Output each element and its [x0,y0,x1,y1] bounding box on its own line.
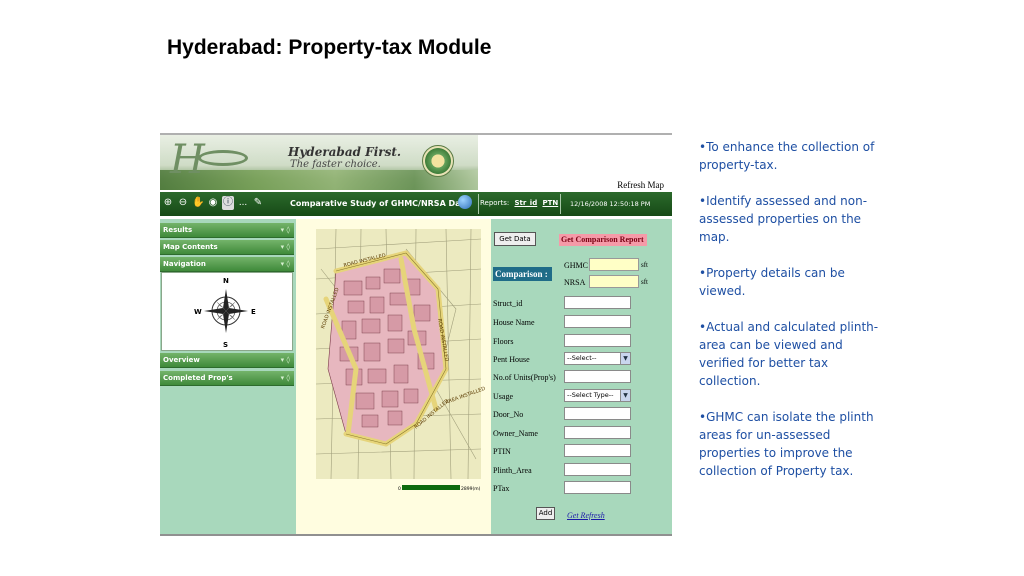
ptin-input[interactable] [564,444,631,457]
compass-n: N [223,277,229,285]
panel-map-contents[interactable]: Map Contents ▾ ◊ [160,240,294,255]
reports-label: Reports: [480,199,510,207]
note-bullet: •To enhance the collection of property-t… [699,140,875,172]
panel-collapse-icon[interactable]: ▾ ◊ [281,240,290,255]
identify-icon[interactable]: ⓘ [222,196,234,210]
get-data-button[interactable]: Get Data [494,232,536,246]
floors-label: Floors [493,337,514,346]
usage-select[interactable]: --Select Type-- ▼ [564,389,631,402]
slide-notes: •To enhance the collection of property-t… [699,138,879,498]
property-form: Get Data Get Comparison Report GHMC sft … [491,219,672,534]
ptax-input[interactable] [564,481,631,494]
house-name-input[interactable] [564,315,631,328]
floors-input[interactable] [564,334,631,347]
panel-overview[interactable]: Overview ▾ ◊ [160,353,294,368]
logo-letter: H [170,137,205,183]
left-panel: Results ▾ ◊ Map Contents ▾ ◊ Navigation … [160,219,296,534]
units-label: No.of Units(Prop's) [493,373,556,382]
nrsa-field[interactable] [589,275,639,288]
toolbar-title: Comparative Study of GHMC/NRSA Data [290,199,470,208]
ghmc-field[interactable] [589,258,639,271]
city-map[interactable]: ROAD INSTALLED ROAD INSTALLED ROAD INSTA… [296,219,491,536]
pent-house-value: --Select-- [567,354,597,362]
reports-links: Reports: Str_id PTN [480,199,558,207]
compass-s: S [223,341,228,349]
app-screenshot: H Hyderabad First. The faster choice. Re… [160,133,672,536]
refresh-map-link[interactable]: Refresh Map [617,180,664,190]
panel-results-label: Results [163,226,193,234]
slide-title: Hyderabad: Property-tax Module [167,36,492,59]
get-comparison-report-button[interactable]: Get Comparison Report [559,234,647,246]
pent-house-label: Pent House [493,355,530,364]
house-name-label: House Name [493,318,535,327]
timestamp: 12/16/2008 12:50:18 PM [570,200,651,208]
door-no-input[interactable] [564,407,631,420]
map-tool-icons: ⊕ ⊖ ✋ ◉ ⓘ ... ✎ [162,196,264,210]
usage-value: --Select Type-- [567,391,614,399]
navigation-box: N S E W [161,272,293,351]
note-bullet: •GHMC can isolate the plinth areas for u… [699,410,874,478]
chevron-down-icon[interactable]: ▼ [620,390,630,401]
note-bullet: •Identify assessed and non-assessed prop… [699,194,868,244]
pent-house-select[interactable]: --Select-- ▼ [564,352,631,365]
globe-icon [458,195,472,209]
ptax-label: PTax [493,484,510,493]
note-bullet: •Property details can be viewed. [699,266,845,298]
compass-e: E [251,308,256,316]
panel-navigation-label: Navigation [163,260,206,268]
toolbar-divider [478,194,479,214]
brand-tagline: The faster choice. [290,159,381,170]
panel-collapse-icon[interactable]: ▾ ◊ [281,223,290,238]
panel-overview-label: Overview [163,356,200,364]
panel-results[interactable]: Results ▾ ◊ [160,223,294,238]
chevron-down-icon[interactable]: ▼ [620,353,630,364]
get-refresh-link[interactable]: Get Refresh [567,511,605,520]
panel-collapse-icon[interactable]: ▾ ◊ [281,257,290,272]
ghmc-unit: sft [641,261,648,269]
units-input[interactable] [564,370,631,383]
usage-label: Usage [493,392,513,401]
comparison-label: Comparison : [493,267,552,281]
compass-rose-icon[interactable]: N S E W [162,273,294,352]
brand-name: Hyderabad First. [288,145,402,159]
zoom-in-icon[interactable]: ⊕ [162,196,174,210]
ptin-label: PTIN [493,447,511,456]
panel-collapse-icon[interactable]: ▾ ◊ [281,353,290,368]
plinth-area-label: Plinth_Area [493,466,532,475]
add-button[interactable]: Add [536,507,555,520]
struct-id-label: Struct_id [493,299,523,308]
toolbar-divider [560,194,561,214]
zoom-out-icon[interactable]: ⊖ [177,196,189,210]
compass-w: W [194,308,202,316]
note-bullet: •Actual and calculated plinth-area can b… [699,320,879,388]
panel-completed-label: Completed Prop's [163,374,233,382]
report-link-ptn[interactable]: PTN [542,199,558,207]
scale-start: 0 [398,486,401,492]
globe-full-extent-icon[interactable]: ◉ [207,196,219,210]
owner-name-input[interactable] [564,426,631,439]
logo-ring [198,150,248,166]
panel-navigation[interactable]: Navigation ▾ ◊ [160,257,294,272]
nrsa-unit: sft [641,278,648,286]
scale-bar [402,485,460,490]
plinth-area-input[interactable] [564,463,631,476]
pan-hand-icon[interactable]: ✋ [192,196,204,210]
ghmc-label: GHMC [564,261,589,270]
map-toolbar: ⊕ ⊖ ✋ ◉ ⓘ ... ✎ Comparative Study of GHM… [160,192,672,216]
panel-collapse-icon[interactable]: ▾ ◊ [281,371,290,386]
struct-id-input[interactable] [564,296,631,309]
scale-end: 2899(m) [461,486,481,492]
report-link-str-id[interactable]: Str_id [514,199,537,207]
nrsa-label: NRSA [564,278,586,287]
edit-icon[interactable]: ✎ [252,196,264,210]
app-banner: H Hyderabad First. The faster choice. Re… [160,135,672,190]
map-view[interactable]: ROAD INSTALLED ROAD INSTALLED ROAD INSTA… [296,219,491,536]
more-tools-icon[interactable]: ... [237,196,249,210]
owner-name-label: Owner_Name [493,429,538,438]
panel-completed[interactable]: Completed Prop's ▾ ◊ [160,371,294,386]
door-no-label: Door_No [493,410,524,419]
panel-map-contents-label: Map Contents [163,243,218,251]
government-emblem-icon [422,145,454,177]
